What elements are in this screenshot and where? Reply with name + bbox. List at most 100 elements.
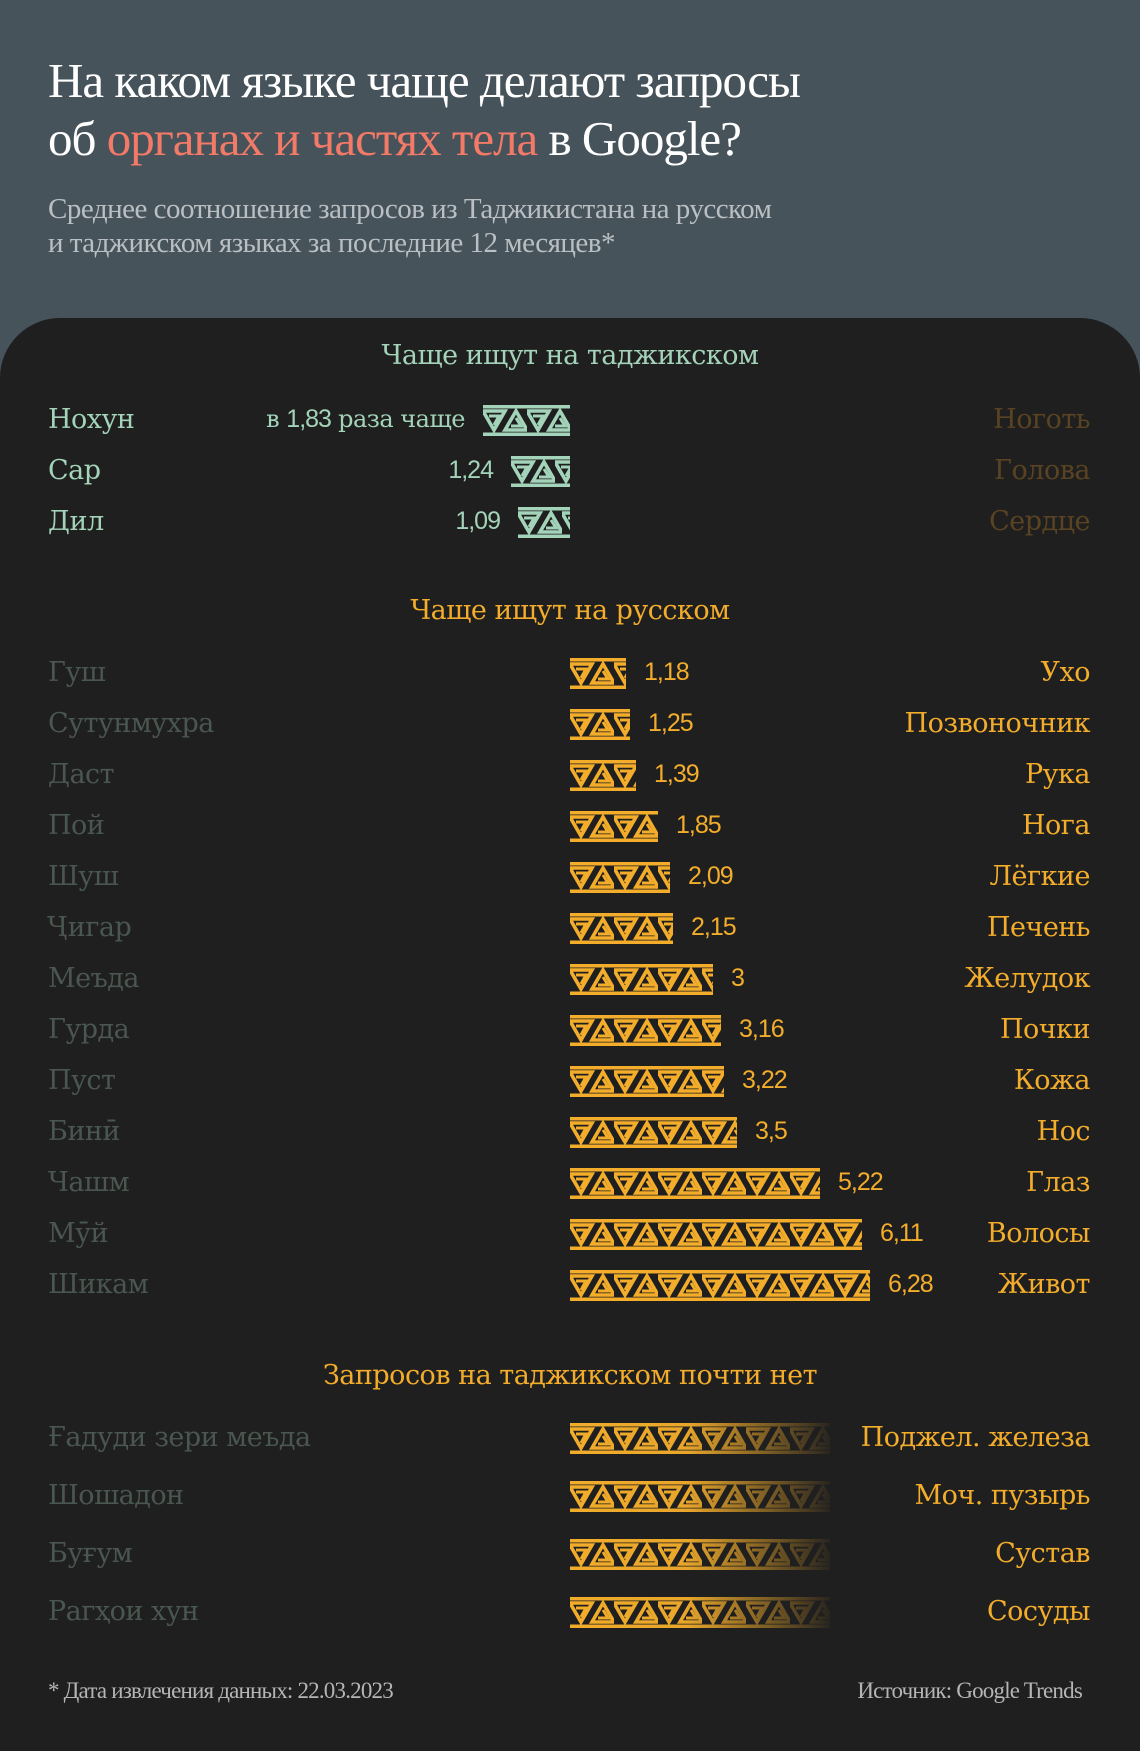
page-subtitle: Среднее соотношение запросов из Таджикис… xyxy=(48,192,1068,260)
bar xyxy=(570,1066,724,1097)
bar-mark-svg xyxy=(570,1270,870,1301)
chart-row: Ғадуди зери меъда Поджел. железа xyxy=(0,1418,1140,1458)
bar-mark xyxy=(570,862,670,893)
tajik-label: Буғум xyxy=(48,1538,133,1569)
tajik-label: Пой xyxy=(48,810,105,841)
value-number: 1,83 xyxy=(286,405,332,433)
chart-row: Шошадон Моч. пузырь xyxy=(0,1476,1140,1516)
bar-mark-svg xyxy=(570,658,626,689)
bar xyxy=(570,1423,830,1454)
chart-row: Мӯй Волосы 6,11 xyxy=(0,1214,1140,1254)
title-line-1: На каком языке чаще делают запросы xyxy=(48,53,801,108)
russian-label: Печень xyxy=(986,912,1091,943)
bar-mark-faded-svg xyxy=(570,1539,830,1570)
bar-mark-svg xyxy=(570,1015,721,1046)
value-suffix: раза чаще xyxy=(330,405,465,433)
tajik-label: Мӯй xyxy=(48,1218,109,1249)
bar-mark-svg xyxy=(570,1219,862,1250)
tajik-label: Ҷигар xyxy=(48,912,132,943)
chart-row: Гуш Ухо 1,18 xyxy=(0,653,1140,693)
bar-mark xyxy=(511,456,570,487)
bar-mark xyxy=(570,1015,721,1046)
bar xyxy=(570,1219,862,1250)
bar xyxy=(570,1481,830,1512)
russian-label: Почки xyxy=(999,1014,1091,1045)
bar-mark-faded-svg xyxy=(570,1481,830,1512)
tajik-label: Чашм xyxy=(48,1167,130,1198)
bar-mark-svg xyxy=(511,456,570,487)
section-title: Запросов на таджикском почти нет xyxy=(322,1360,818,1391)
chart-row: Буғум Сустав xyxy=(0,1534,1140,1574)
russian-label: Нос xyxy=(1036,1116,1091,1147)
bar-mark xyxy=(570,1117,737,1148)
chart-row: Ҷигар Печень 2,15 xyxy=(0,908,1140,948)
bar-mark-svg xyxy=(570,1066,724,1097)
russian-label: Лёгкие xyxy=(989,861,1090,892)
bar-mark-faded xyxy=(570,1597,830,1628)
tajik-label: Сутунмухра xyxy=(48,708,214,739)
tajik-label: Нохун xyxy=(48,404,135,435)
bar xyxy=(483,405,570,436)
russian-label: Ноготь xyxy=(993,404,1090,435)
value-label: 1,18 xyxy=(644,658,690,686)
russian-label: Ухо xyxy=(1040,657,1091,688)
value-label: 2,15 xyxy=(691,913,737,941)
bar xyxy=(570,1015,721,1046)
tajik-label: Дил xyxy=(48,506,104,537)
bar-mark-svg xyxy=(570,862,670,893)
bar-mark-svg xyxy=(570,760,636,791)
russian-label: Глаз xyxy=(1026,1167,1090,1198)
bar-mark-svg xyxy=(518,507,570,538)
tajik-label: Шуш xyxy=(48,861,119,892)
value-label: 1,39 xyxy=(654,760,700,788)
bar-mark xyxy=(570,1066,724,1097)
footnote: * Дата извлечения данных: 22.03.2023 xyxy=(48,1678,394,1703)
bar xyxy=(570,862,670,893)
bar-mark-faded-svg xyxy=(570,1597,830,1628)
russian-label: Нога xyxy=(1021,810,1091,841)
tajik-label: Даст xyxy=(48,759,115,790)
bar-mark xyxy=(570,1219,862,1250)
value-label: в 1,83 раза чаще xyxy=(266,400,465,438)
chart-row: Шуш Лёгкие 2,09 xyxy=(0,857,1140,897)
russian-label: Желудок xyxy=(964,963,1090,994)
title-suffix: в Google? xyxy=(537,111,742,166)
bar xyxy=(570,811,658,842)
value-label: 3,16 xyxy=(739,1015,785,1043)
value-prefix: в xyxy=(266,405,287,433)
title-prefix: об xyxy=(48,111,107,166)
bar-mark-svg xyxy=(483,405,570,436)
russian-label: Рука xyxy=(1024,759,1091,790)
bar xyxy=(570,1270,870,1301)
chart-row: Даст Рука 1,39 xyxy=(0,755,1140,795)
bar-mark xyxy=(570,913,673,944)
bar-mark xyxy=(483,405,570,436)
title-line-2: об органах и частях тела в Google? xyxy=(48,110,1108,168)
chart-row: Сар Голова 1,24 xyxy=(0,451,1140,491)
title-highlight: органах и частях тела xyxy=(106,111,539,166)
bar-mark-svg xyxy=(570,1168,820,1199)
chart-row: Нохун Ноготь в 1,83 раза чаще xyxy=(0,400,1140,440)
chart-row: Бинӣ Нос 3,5 xyxy=(0,1112,1140,1152)
bar-mark xyxy=(570,1168,820,1199)
russian-label: Голова xyxy=(994,455,1090,486)
bar xyxy=(570,1539,830,1570)
bar-mark xyxy=(570,964,713,995)
bar-mark xyxy=(570,658,626,689)
bar-mark-svg xyxy=(570,964,713,995)
tajik-label: Ғадуди зери меъда xyxy=(48,1422,311,1453)
value-label: 1,09 xyxy=(455,507,501,535)
bar xyxy=(570,1597,830,1628)
value-label: 3,22 xyxy=(742,1066,788,1094)
bar xyxy=(570,760,636,791)
bar-mark-svg xyxy=(570,709,630,740)
chart-row: Гурда Почки 3,16 xyxy=(0,1010,1140,1050)
bar-mark-faded-svg xyxy=(570,1423,830,1454)
value-label: 6,28 xyxy=(888,1270,934,1298)
value-label: 3,5 xyxy=(755,1117,788,1145)
chart-row: Пуст Кожа 3,22 xyxy=(0,1061,1140,1101)
chart-row: Чашм Глаз 5,22 xyxy=(0,1163,1140,1203)
value-label: 2,09 xyxy=(688,862,734,890)
tajik-label: Рагҳои хун xyxy=(48,1596,199,1627)
tajik-label: Шошадон xyxy=(48,1480,184,1511)
